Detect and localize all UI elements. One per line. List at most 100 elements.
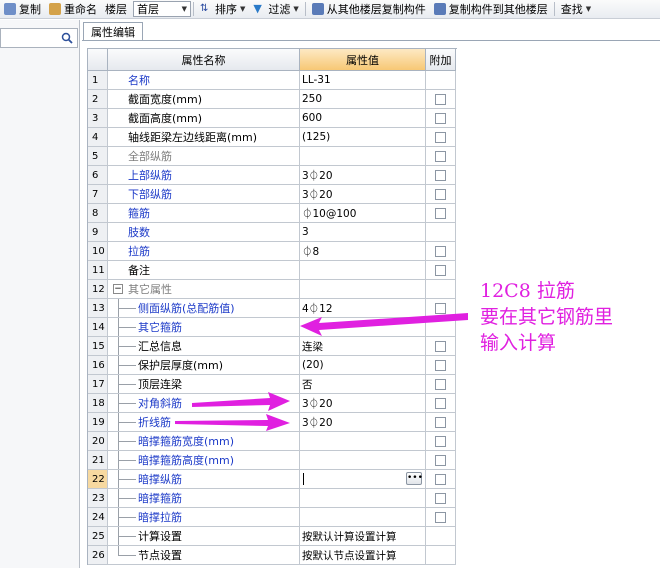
- search-input[interactable]: [0, 28, 78, 48]
- property-value-cell[interactable]: 3⏀20: [300, 394, 426, 413]
- property-name-cell[interactable]: 截面高度(mm): [108, 109, 300, 128]
- property-value-cell[interactable]: 600: [300, 109, 426, 128]
- property-value-cell[interactable]: ⏀10@100: [300, 204, 426, 223]
- property-value-cell[interactable]: 250: [300, 90, 426, 109]
- property-value-cell[interactable]: (125): [300, 128, 426, 147]
- table-row[interactable]: 7 下部纵筋 3⏀20: [88, 185, 457, 204]
- table-row[interactable]: 25 计算设置 按默认计算设置计算: [88, 527, 457, 546]
- attach-checkbox[interactable]: [435, 245, 446, 257]
- property-value-cell[interactable]: (20): [300, 356, 426, 375]
- property-name-cell[interactable]: 暗撑箍筋高度(mm): [108, 451, 300, 470]
- property-value-cell[interactable]: [300, 489, 426, 508]
- attach-checkbox[interactable]: [435, 492, 446, 504]
- header-property-name[interactable]: 属性名称: [108, 49, 300, 71]
- attach-checkbox[interactable]: [435, 93, 446, 105]
- property-name-cell[interactable]: 名称: [108, 71, 300, 90]
- property-name-cell[interactable]: 节点设置: [108, 546, 300, 565]
- property-value-cell[interactable]: 3⏀20: [300, 166, 426, 185]
- property-value-cell[interactable]: 按默认节点设置计算: [300, 546, 426, 565]
- attach-checkbox[interactable]: [435, 435, 446, 447]
- attach-checkbox[interactable]: [435, 454, 446, 466]
- property-name-cell[interactable]: 折线筋: [108, 413, 300, 432]
- table-row[interactable]: 11 备注: [88, 261, 457, 280]
- table-row[interactable]: 1 名称 LL-31: [88, 71, 457, 90]
- property-name-cell[interactable]: 暗撑箍筋宽度(mm): [108, 432, 300, 451]
- property-value-cell[interactable]: [300, 432, 426, 451]
- sort-button[interactable]: ⇅ 排序 ▼: [196, 0, 249, 18]
- table-row[interactable]: 17 顶层连梁 否: [88, 375, 457, 394]
- floor-select[interactable]: 首层 ▼: [133, 1, 191, 17]
- table-row[interactable]: 18 对角斜筋 3⏀20: [88, 394, 457, 413]
- ellipsis-button[interactable]: •••: [406, 472, 423, 485]
- tab-property-editor[interactable]: 属性编辑: [83, 22, 143, 41]
- attach-checkbox[interactable]: [435, 188, 446, 200]
- table-row[interactable]: 14 其它箍筋: [88, 318, 457, 337]
- attach-checkbox[interactable]: [435, 264, 446, 276]
- attach-checkbox[interactable]: [435, 511, 446, 523]
- table-row[interactable]: 16 保护层厚度(mm) (20): [88, 356, 457, 375]
- property-name-cell[interactable]: 截面宽度(mm): [108, 90, 300, 109]
- property-value-cell[interactable]: 连梁: [300, 337, 426, 356]
- property-name-cell[interactable]: 暗撑纵筋: [108, 470, 300, 489]
- attach-checkbox[interactable]: [435, 169, 446, 181]
- rename-button[interactable]: 重命名: [45, 0, 101, 18]
- property-name-cell[interactable]: − 其它属性: [108, 280, 300, 299]
- table-row[interactable]: 9 肢数 3: [88, 223, 457, 242]
- property-name-cell[interactable]: 保护层厚度(mm): [108, 356, 300, 375]
- header-attach[interactable]: 附加: [426, 49, 456, 71]
- copy-to-other-floor-button[interactable]: 复制构件到其他楼层: [430, 0, 552, 18]
- property-value-cell[interactable]: 3⏀20: [300, 185, 426, 204]
- table-row[interactable]: 13 侧面纵筋(总配筋值) 4⏀12: [88, 299, 457, 318]
- property-value-cell[interactable]: [300, 261, 426, 280]
- attach-checkbox[interactable]: [435, 302, 446, 314]
- copy-button[interactable]: 复制: [0, 0, 45, 18]
- property-value-cell[interactable]: 4⏀12: [300, 299, 426, 318]
- property-name-cell[interactable]: 汇总信息: [108, 337, 300, 356]
- table-row[interactable]: 8 箍筋 ⏀10@100: [88, 204, 457, 223]
- attach-checkbox[interactable]: [435, 416, 446, 428]
- property-value-cell[interactable]: [300, 280, 426, 299]
- property-name-cell[interactable]: 上部纵筋: [108, 166, 300, 185]
- table-row[interactable]: 10 拉筋 ⏀8: [88, 242, 457, 261]
- property-value-cell[interactable]: [300, 147, 426, 166]
- find-button[interactable]: 查找 ▼: [557, 0, 595, 18]
- property-name-cell[interactable]: 轴线距梁左边线距离(mm): [108, 128, 300, 147]
- property-name-cell[interactable]: 顶层连梁: [108, 375, 300, 394]
- property-value-input[interactable]: •••: [300, 470, 426, 489]
- property-name-cell[interactable]: 暗撑拉筋: [108, 508, 300, 527]
- table-row[interactable]: 3 截面高度(mm) 600: [88, 109, 457, 128]
- attach-checkbox[interactable]: [435, 150, 446, 162]
- attach-checkbox[interactable]: [435, 112, 446, 124]
- property-value-cell[interactable]: 3⏀20: [300, 413, 426, 432]
- property-name-cell[interactable]: 侧面纵筋(总配筋值): [108, 299, 300, 318]
- property-name-cell[interactable]: 其它箍筋: [108, 318, 300, 337]
- filter-button[interactable]: ▼ 过滤 ▼: [249, 0, 302, 18]
- attach-checkbox[interactable]: [435, 397, 446, 409]
- table-row[interactable]: 24 暗撑拉筋: [88, 508, 457, 527]
- property-name-cell[interactable]: 计算设置: [108, 527, 300, 546]
- table-row[interactable]: 6 上部纵筋 3⏀20: [88, 166, 457, 185]
- table-row[interactable]: 5 全部纵筋: [88, 147, 457, 166]
- table-row[interactable]: 21 暗撑箍筋高度(mm): [88, 451, 457, 470]
- property-name-cell[interactable]: 肢数: [108, 223, 300, 242]
- table-row[interactable]: 12− 其它属性: [88, 280, 457, 299]
- property-value-cell[interactable]: 否: [300, 375, 426, 394]
- property-name-cell[interactable]: 拉筋: [108, 242, 300, 261]
- property-value-cell[interactable]: 3: [300, 223, 426, 242]
- attach-checkbox[interactable]: [435, 131, 446, 143]
- table-row[interactable]: 26 节点设置 按默认节点设置计算: [88, 546, 457, 565]
- property-value-cell[interactable]: ⏀8: [300, 242, 426, 261]
- property-value-cell[interactable]: 按默认计算设置计算: [300, 527, 426, 546]
- property-name-cell[interactable]: 全部纵筋: [108, 147, 300, 166]
- attach-checkbox[interactable]: [435, 473, 446, 485]
- property-value-cell[interactable]: [300, 508, 426, 527]
- property-name-cell[interactable]: 箍筋: [108, 204, 300, 223]
- property-name-cell[interactable]: 对角斜筋: [108, 394, 300, 413]
- attach-checkbox[interactable]: [435, 340, 446, 352]
- property-name-cell[interactable]: 备注: [108, 261, 300, 280]
- table-row[interactable]: 2 截面宽度(mm) 250: [88, 90, 457, 109]
- copy-from-other-floor-button[interactable]: 从其他楼层复制构件: [308, 0, 430, 18]
- property-value-cell[interactable]: [300, 451, 426, 470]
- table-row[interactable]: 23 暗撑箍筋: [88, 489, 457, 508]
- table-row[interactable]: 20 暗撑箍筋宽度(mm): [88, 432, 457, 451]
